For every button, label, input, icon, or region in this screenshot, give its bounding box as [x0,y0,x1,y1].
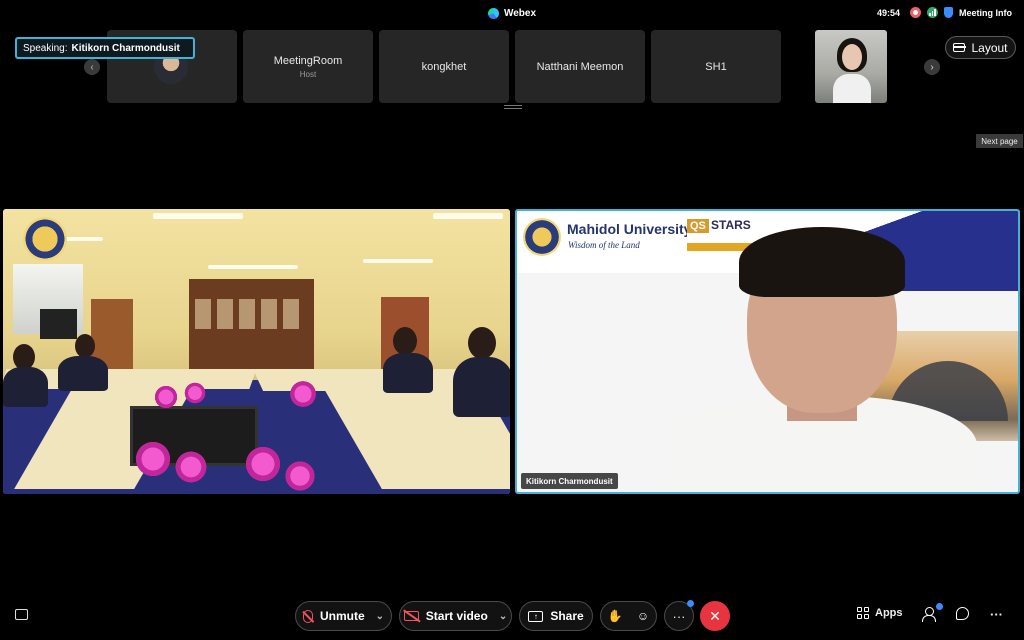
app-title: Webex [503,8,537,19]
start-video-label: Start video [425,609,488,623]
chevron-right-icon: › [930,61,934,73]
chat-button[interactable] [956,607,969,620]
participant-name: MeetingRoom [273,54,343,67]
share-button[interactable]: ↑ Share [519,601,593,631]
end-meeting-button[interactable]: ✕ [700,601,730,631]
filmstrip-prev-button[interactable]: ‹ [84,59,100,75]
app-title-bar: Webex [0,8,1024,19]
participant-role: Host [299,69,317,79]
start-video-button[interactable]: Start video ⌄ [399,601,512,631]
participant-name: kongkhet [421,60,467,73]
banner-tagline: Wisdom of the Land [568,240,640,250]
share-label: Share [550,609,584,623]
chevron-down-icon[interactable]: ⌄ [499,611,507,622]
speaking-prefix: Speaking: [23,42,68,54]
filmstrip-next-button[interactable]: › [924,59,940,75]
qs-logo: QS [687,219,709,233]
speaking-name: Kitikorn Charmondusit [71,42,180,54]
chat-icon [956,607,969,620]
university-seal-icon [23,217,67,261]
chevron-left-icon: ‹ [90,61,94,73]
close-icon: ✕ [709,607,721,624]
layout-label: Layout [971,40,1008,55]
filmstrip-resize-handle[interactable] [504,105,522,109]
emoji-reaction-icon[interactable]: ☺ [637,609,649,623]
layout-button[interactable]: Layout [945,36,1016,59]
participant-name: Natthani Meemon [536,60,624,73]
video-tile-active-speaker[interactable]: Mahidol University Wisdom of the Land QS… [515,209,1020,494]
video-name-tag: Kitikorn Charmondusit [521,473,618,489]
participant-tile-video[interactable] [815,30,887,103]
notification-badge [936,602,943,610]
microphone-muted-icon [302,609,313,623]
webex-logo-icon [487,8,499,19]
qs-stars-label: STARS [711,218,751,232]
tooltip: Next page [976,134,1023,148]
reactions-group: ✋ ☺ [600,601,657,631]
raise-hand-icon[interactable]: ✋ [608,609,623,623]
participant-tile-kongkhet[interactable]: kongkhet [379,30,509,103]
recording-icon[interactable] [910,7,921,18]
overflow-menu-button[interactable]: ··· [990,607,1003,622]
layout-icon [952,43,966,52]
video-tile-meetingroom[interactable] [3,209,510,494]
more-options-button[interactable]: ··· [664,600,694,631]
unmute-button[interactable]: Unmute ⌄ [295,601,392,631]
apps-button[interactable]: Apps [857,607,903,619]
apps-icon [857,607,869,619]
chevron-down-icon[interactable]: ⌄ [376,611,384,622]
banner-university-name: Mahidol University [567,221,692,237]
university-seal-icon [523,218,561,256]
participant-tile-natthani[interactable]: Natthani Meemon [515,30,645,103]
speaking-indicator: Speaking: Kitikorn Charmondusit [15,37,195,59]
top-status-area: 49:54 Meeting Info [877,7,1012,18]
participant-tile-sh1[interactable]: SH1 [651,30,781,103]
network-health-icon[interactable] [927,7,938,18]
more-options-label: ··· [672,608,686,624]
unmute-label: Unmute [319,609,365,623]
notification-badge [687,600,694,607]
participant-tile-meetingroom[interactable]: MeetingRoom Host [243,30,373,103]
overflow-label: ··· [990,607,1003,622]
meeting-info-button[interactable]: Meeting Info [959,8,1012,18]
captions-icon[interactable] [15,609,28,620]
shield-icon[interactable] [944,7,953,18]
meeting-timer: 49:54 [876,7,900,18]
apps-label: Apps [875,607,903,619]
participant-name: SH1 [705,60,727,73]
camera-off-icon [403,611,419,621]
share-screen-icon: ↑ [528,610,544,622]
participants-button[interactable] [922,602,949,622]
participants-icon [922,607,936,622]
